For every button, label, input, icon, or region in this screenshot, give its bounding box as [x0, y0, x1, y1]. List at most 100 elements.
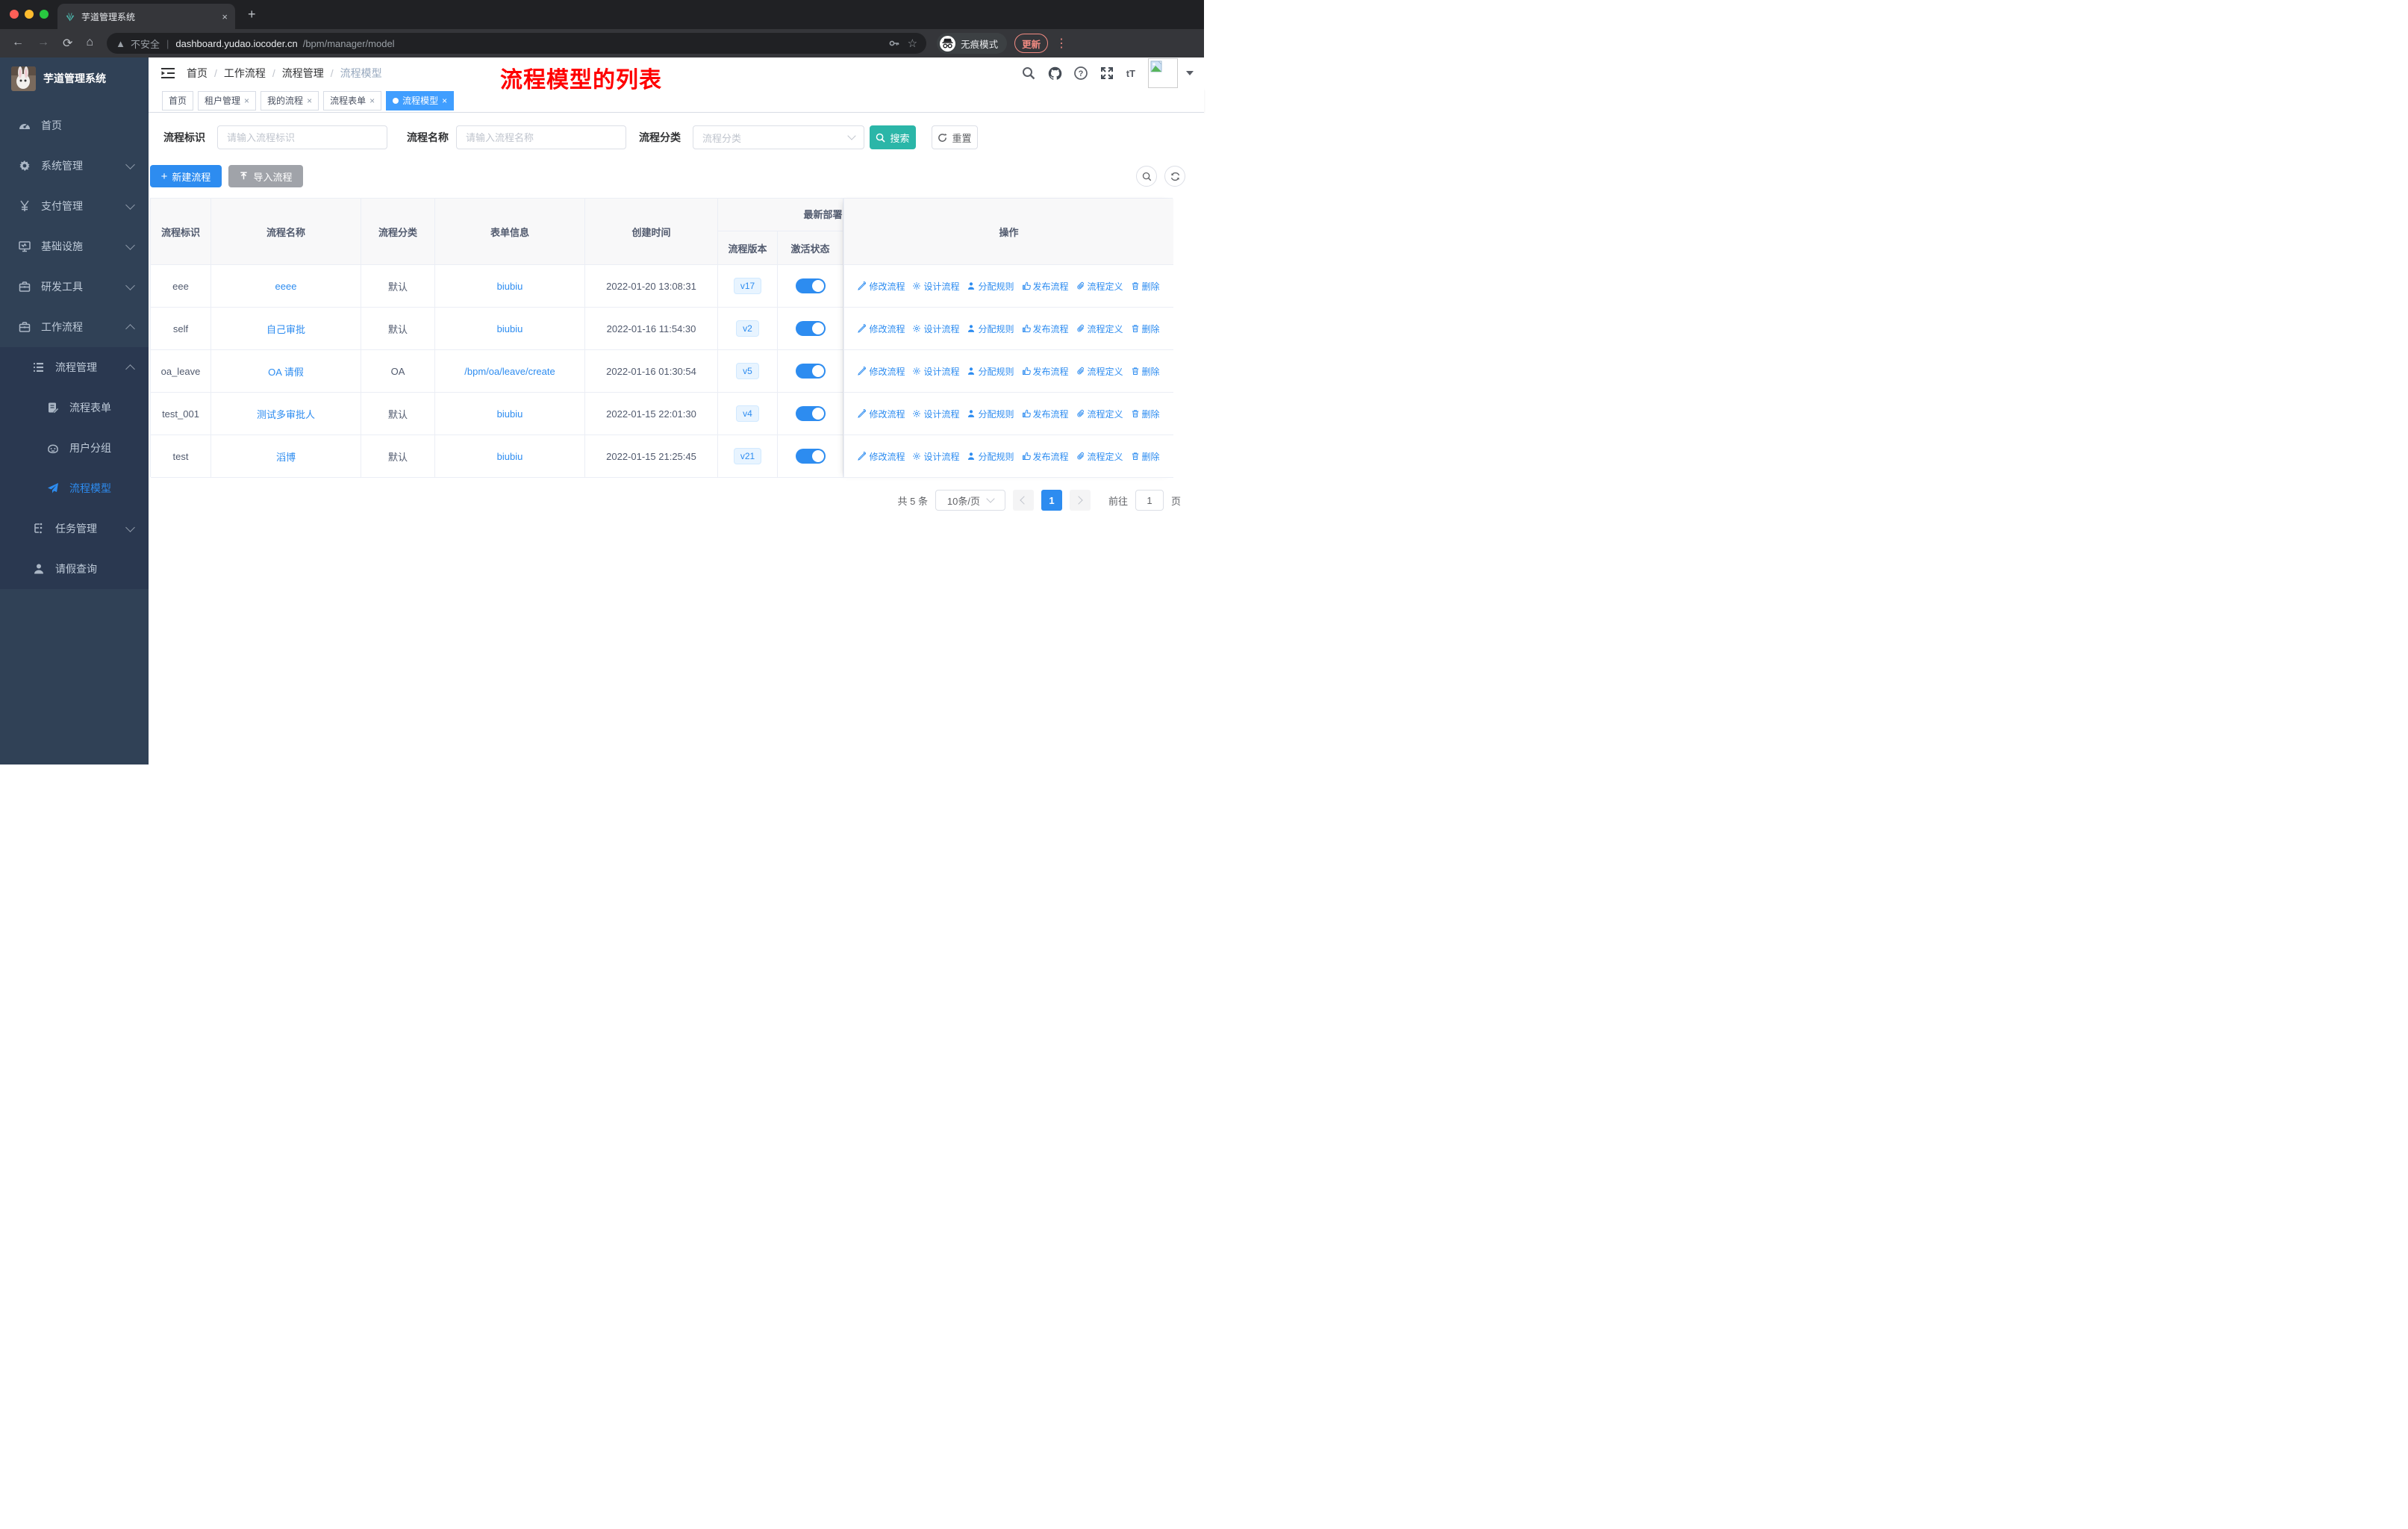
- address-bar[interactable]: ▲ 不安全 | dashboard.yudao.iocoder.cn/bpm/m…: [107, 33, 927, 54]
- goto-page-input[interactable]: [1135, 490, 1164, 511]
- action-删除[interactable]: 删除: [1131, 280, 1160, 293]
- action-流程定义[interactable]: 流程定义: [1076, 365, 1123, 378]
- model-name-link[interactable]: 自己审批: [266, 322, 305, 336]
- close-tag-icon[interactable]: ×: [307, 96, 312, 106]
- back-icon[interactable]: ←: [12, 36, 24, 51]
- prev-page-button[interactable]: [1012, 490, 1034, 511]
- action-分配规则[interactable]: 分配规则: [967, 450, 1014, 463]
- caret-down-icon[interactable]: [1186, 71, 1194, 75]
- action-删除[interactable]: 删除: [1131, 365, 1160, 378]
- action-设计流程[interactable]: 设计流程: [912, 280, 959, 293]
- action-发布流程[interactable]: 发布流程: [1022, 450, 1069, 463]
- action-修改流程[interactable]: 修改流程: [858, 280, 905, 293]
- action-设计流程[interactable]: 设计流程: [912, 365, 959, 378]
- action-删除[interactable]: 删除: [1131, 323, 1160, 335]
- action-流程定义[interactable]: 流程定义: [1076, 280, 1123, 293]
- sidebar-item-工作流程[interactable]: 工作流程: [0, 307, 149, 347]
- sidebar-item-研发工具[interactable]: 研发工具: [0, 267, 149, 307]
- sidebar-item-流程模型[interactable]: 流程模型: [0, 468, 149, 508]
- breadcrumb-item[interactable]: 首页: [187, 66, 208, 81]
- action-流程定义[interactable]: 流程定义: [1076, 408, 1123, 420]
- sidebar-item-流程表单[interactable]: 流程表单: [0, 387, 149, 428]
- action-设计流程[interactable]: 设计流程: [912, 323, 959, 335]
- action-分配规则[interactable]: 分配规则: [967, 323, 1014, 335]
- key-icon[interactable]: [888, 37, 900, 49]
- active-toggle[interactable]: [795, 449, 826, 464]
- action-流程定义[interactable]: 流程定义: [1076, 450, 1123, 463]
- close-tag-icon[interactable]: ×: [442, 96, 447, 106]
- action-删除[interactable]: 删除: [1131, 408, 1160, 420]
- reset-button[interactable]: 重置: [932, 125, 978, 149]
- close-window-button[interactable]: [10, 10, 19, 19]
- breadcrumb-item[interactable]: 工作流程: [224, 66, 266, 81]
- close-tab-icon[interactable]: ×: [222, 11, 228, 22]
- sidebar-item-首页[interactable]: 首页: [0, 105, 149, 146]
- github-icon[interactable]: [1048, 66, 1061, 80]
- tag-流程表单[interactable]: 流程表单 ×: [323, 90, 382, 110]
- form-link[interactable]: biubiu: [497, 451, 523, 462]
- form-link[interactable]: biubiu: [497, 408, 523, 420]
- action-修改流程[interactable]: 修改流程: [858, 365, 905, 378]
- sidebar-item-流程管理[interactable]: 流程管理: [0, 347, 149, 387]
- action-修改流程[interactable]: 修改流程: [858, 450, 905, 463]
- breadcrumb-item[interactable]: 流程管理: [282, 66, 324, 81]
- security-label[interactable]: 不安全: [131, 37, 160, 51]
- action-发布流程[interactable]: 发布流程: [1022, 408, 1069, 420]
- filter-category-select[interactable]: 流程分类: [693, 125, 864, 149]
- update-button[interactable]: 更新: [1014, 34, 1049, 53]
- form-link[interactable]: biubiu: [497, 281, 523, 292]
- collapse-sidebar-icon[interactable]: [161, 67, 175, 79]
- search-icon[interactable]: [1022, 66, 1035, 80]
- forward-icon[interactable]: →: [37, 36, 49, 51]
- maximize-window-button[interactable]: [40, 10, 49, 19]
- tag-租户管理[interactable]: 租户管理 ×: [198, 90, 257, 110]
- reload-icon[interactable]: ⟳: [63, 36, 72, 51]
- fullscreen-icon[interactable]: [1100, 66, 1114, 80]
- new-tab-icon[interactable]: +: [248, 7, 256, 21]
- action-分配规则[interactable]: 分配规则: [967, 408, 1014, 420]
- search-button[interactable]: 搜索: [870, 125, 916, 149]
- current-page[interactable]: 1: [1041, 490, 1062, 511]
- sidebar-item-基础设施[interactable]: 基础设施: [0, 226, 149, 267]
- filter-name-input[interactable]: [456, 125, 626, 149]
- action-分配规则[interactable]: 分配规则: [967, 365, 1014, 378]
- window-controls[interactable]: [10, 10, 49, 19]
- import-model-button[interactable]: 导入流程: [228, 165, 303, 187]
- action-修改流程[interactable]: 修改流程: [858, 408, 905, 420]
- action-设计流程[interactable]: 设计流程: [912, 450, 959, 463]
- action-流程定义[interactable]: 流程定义: [1076, 323, 1123, 335]
- sidebar-item-用户分组[interactable]: 用户分组: [0, 428, 149, 468]
- action-修改流程[interactable]: 修改流程: [858, 323, 905, 335]
- star-icon[interactable]: ☆: [908, 37, 917, 50]
- active-toggle[interactable]: [795, 406, 826, 421]
- kebab-menu-icon[interactable]: ⋮: [1055, 36, 1067, 51]
- avatar[interactable]: [1148, 58, 1178, 88]
- brand[interactable]: 芋道管理系统: [0, 57, 149, 99]
- sidebar-item-支付管理[interactable]: 支付管理: [0, 186, 149, 226]
- sidebar-item-任务管理[interactable]: 任务管理: [0, 508, 149, 549]
- tag-我的流程[interactable]: 我的流程 ×: [261, 90, 319, 110]
- action-设计流程[interactable]: 设计流程: [912, 408, 959, 420]
- form-link[interactable]: /bpm/oa/leave/create: [464, 366, 555, 377]
- form-link[interactable]: biubiu: [497, 323, 523, 334]
- browser-tab[interactable]: 芋道管理系统 ×: [57, 4, 235, 29]
- model-name-link[interactable]: OA 请假: [268, 364, 304, 379]
- action-分配规则[interactable]: 分配规则: [967, 280, 1014, 293]
- action-发布流程[interactable]: 发布流程: [1022, 365, 1069, 378]
- create-model-button[interactable]: + 新建流程: [150, 165, 222, 187]
- active-toggle[interactable]: [795, 321, 826, 336]
- action-发布流程[interactable]: 发布流程: [1022, 323, 1069, 335]
- close-tag-icon[interactable]: ×: [244, 96, 249, 106]
- refresh-table-icon-button[interactable]: [1164, 166, 1185, 187]
- model-name-link[interactable]: 测试多审批人: [257, 407, 315, 421]
- font-size-icon[interactable]: tT: [1126, 68, 1135, 79]
- page-size-select[interactable]: 10条/页: [935, 490, 1005, 511]
- close-tag-icon[interactable]: ×: [369, 96, 375, 106]
- show-search-icon-button[interactable]: [1136, 166, 1157, 187]
- action-发布流程[interactable]: 发布流程: [1022, 280, 1069, 293]
- minimize-window-button[interactable]: [25, 10, 34, 19]
- sidebar-item-请假查询[interactable]: 请假查询: [0, 549, 149, 589]
- filter-key-input[interactable]: [217, 125, 387, 149]
- model-name-link[interactable]: eeee: [275, 281, 297, 292]
- sidebar-item-系统管理[interactable]: 系统管理: [0, 146, 149, 186]
